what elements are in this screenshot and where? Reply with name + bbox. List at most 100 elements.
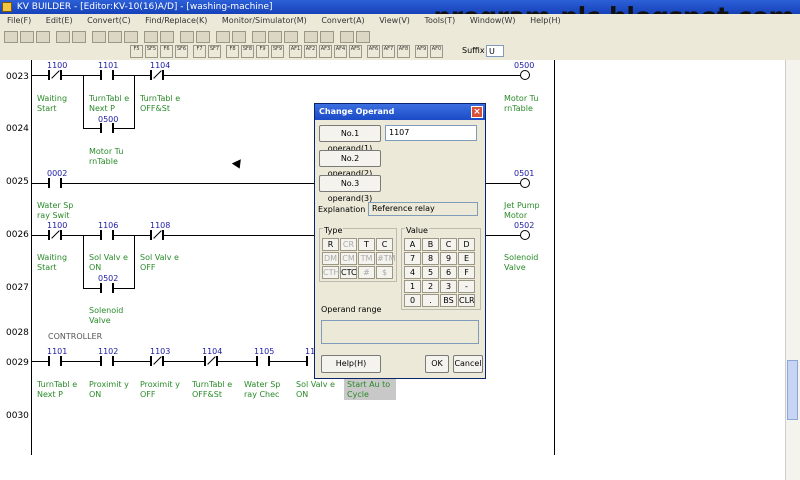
fkey-af3[interactable]: AF3 [319, 45, 332, 58]
menu-window[interactable]: Window(W) [470, 16, 516, 25]
menu-convert[interactable]: Convert(C) [87, 16, 130, 25]
monitor-icon[interactable] [216, 31, 230, 43]
output-coil[interactable] [520, 70, 530, 80]
print-icon[interactable] [56, 31, 70, 43]
menu-file[interactable]: File(F) [7, 16, 31, 25]
operand1-button[interactable]: No.1 operand(1) [319, 125, 381, 153]
fkey-f5[interactable]: F5 [130, 45, 143, 58]
fkey-af0[interactable]: AF0 [430, 45, 443, 58]
fkey-f9[interactable]: F9 [256, 45, 269, 58]
value-key-9[interactable]: 9 [440, 252, 457, 265]
value-key-0[interactable]: 0 [404, 294, 421, 307]
fkey-af2[interactable]: AF2 [304, 45, 317, 58]
no-contact[interactable] [100, 123, 114, 133]
menu-monitor[interactable]: Monitor/Simulator(M) [222, 16, 307, 25]
value-key-8[interactable]: 8 [422, 252, 439, 265]
fkey-sf7[interactable]: SF7 [208, 45, 221, 58]
value-key-backspace[interactable]: BS [440, 294, 457, 307]
nc-contact[interactable] [150, 356, 164, 366]
no-contact[interactable] [100, 283, 114, 293]
save-icon[interactable] [36, 31, 50, 43]
nc-contact[interactable] [150, 70, 164, 80]
nc-contact[interactable] [48, 70, 62, 80]
type-key-ctc[interactable]: CTC [340, 266, 357, 279]
copy-icon[interactable] [108, 31, 122, 43]
zoom-out-icon[interactable] [320, 31, 334, 43]
replace-icon[interactable] [196, 31, 210, 43]
no-contact[interactable] [100, 356, 114, 366]
simulator-icon[interactable] [232, 31, 246, 43]
no-contact[interactable] [48, 178, 62, 188]
verify-icon[interactable] [284, 31, 298, 43]
menu-tools[interactable]: Tools(T) [424, 16, 455, 25]
fkey-f7[interactable]: F7 [193, 45, 206, 58]
menu-convert-a[interactable]: Convert(A) [321, 16, 364, 25]
find-icon[interactable] [180, 31, 194, 43]
zoom-in-icon[interactable] [304, 31, 318, 43]
value-key-clear[interactable]: CLR [458, 294, 475, 307]
operand3-button[interactable]: No.3 operand(3) [319, 175, 381, 203]
value-key-3[interactable]: 3 [440, 280, 457, 293]
value-key-c[interactable]: C [440, 238, 457, 251]
vertical-scrollbar[interactable] [785, 60, 800, 480]
transfer-icon[interactable] [252, 31, 266, 43]
value-key-2[interactable]: 2 [422, 280, 439, 293]
ok-button[interactable]: OK [425, 355, 449, 373]
scrollbar-thumb[interactable] [787, 360, 798, 420]
fkey-af9[interactable]: AF9 [415, 45, 428, 58]
value-key-d[interactable]: D [458, 238, 475, 251]
type-key-c[interactable]: C [376, 238, 393, 251]
operand1-input[interactable]: 1107 [385, 125, 477, 141]
value-key-minus[interactable]: - [458, 280, 475, 293]
output-coil[interactable] [520, 230, 530, 240]
value-key-4[interactable]: 4 [404, 266, 421, 279]
fkey-af4[interactable]: AF4 [334, 45, 347, 58]
value-key-f[interactable]: F [458, 266, 475, 279]
fkey-f8[interactable]: F8 [226, 45, 239, 58]
fkey-af7[interactable]: AF7 [382, 45, 395, 58]
fkey-sf9[interactable]: SF9 [271, 45, 284, 58]
value-key-1[interactable]: 1 [404, 280, 421, 293]
fkey-sf5[interactable]: SF5 [145, 45, 158, 58]
menu-view[interactable]: View(V) [379, 16, 410, 25]
fkey-af8[interactable]: AF8 [397, 45, 410, 58]
help-button[interactable]: Help(H) [321, 355, 381, 373]
value-key-a[interactable]: A [404, 238, 421, 251]
value-key-6[interactable]: 6 [440, 266, 457, 279]
no-contact[interactable] [100, 70, 114, 80]
no-contact[interactable] [100, 230, 114, 240]
value-key-b[interactable]: B [422, 238, 439, 251]
output-coil[interactable] [520, 178, 530, 188]
fkey-af1[interactable]: AF1 [289, 45, 302, 58]
new-file-icon[interactable] [4, 31, 18, 43]
no-contact[interactable] [48, 356, 62, 366]
suffix-select[interactable]: U [486, 45, 504, 57]
undo-icon[interactable] [144, 31, 158, 43]
print-preview-icon[interactable] [72, 31, 86, 43]
fkey-sf8[interactable]: SF8 [241, 45, 254, 58]
menu-find-replace[interactable]: Find/Replace(K) [145, 16, 207, 25]
type-key-r[interactable]: R [322, 238, 339, 251]
fkey-af6[interactable]: AF6 [367, 45, 380, 58]
cancel-button[interactable]: Cancel [453, 355, 483, 373]
value-key-e[interactable]: E [458, 252, 475, 265]
fkey-f6[interactable]: F6 [160, 45, 173, 58]
nc-contact[interactable] [150, 230, 164, 240]
nc-contact[interactable] [48, 230, 62, 240]
operand2-button[interactable]: No.2 operand(2) [319, 150, 381, 178]
nc-contact[interactable] [204, 356, 218, 366]
read-plc-icon[interactable] [268, 31, 282, 43]
value-key-7[interactable]: 7 [404, 252, 421, 265]
value-key-5[interactable]: 5 [422, 266, 439, 279]
help-icon[interactable] [356, 31, 370, 43]
menu-help[interactable]: Help(H) [530, 16, 561, 25]
type-key-t[interactable]: T [358, 238, 375, 251]
redo-icon[interactable] [160, 31, 174, 43]
cut-icon[interactable] [92, 31, 106, 43]
comment-icon[interactable] [340, 31, 354, 43]
no-contact[interactable] [256, 356, 270, 366]
open-folder-icon[interactable] [20, 31, 34, 43]
close-icon[interactable]: × [471, 106, 483, 118]
paste-icon[interactable] [124, 31, 138, 43]
fkey-af5[interactable]: AF5 [349, 45, 362, 58]
